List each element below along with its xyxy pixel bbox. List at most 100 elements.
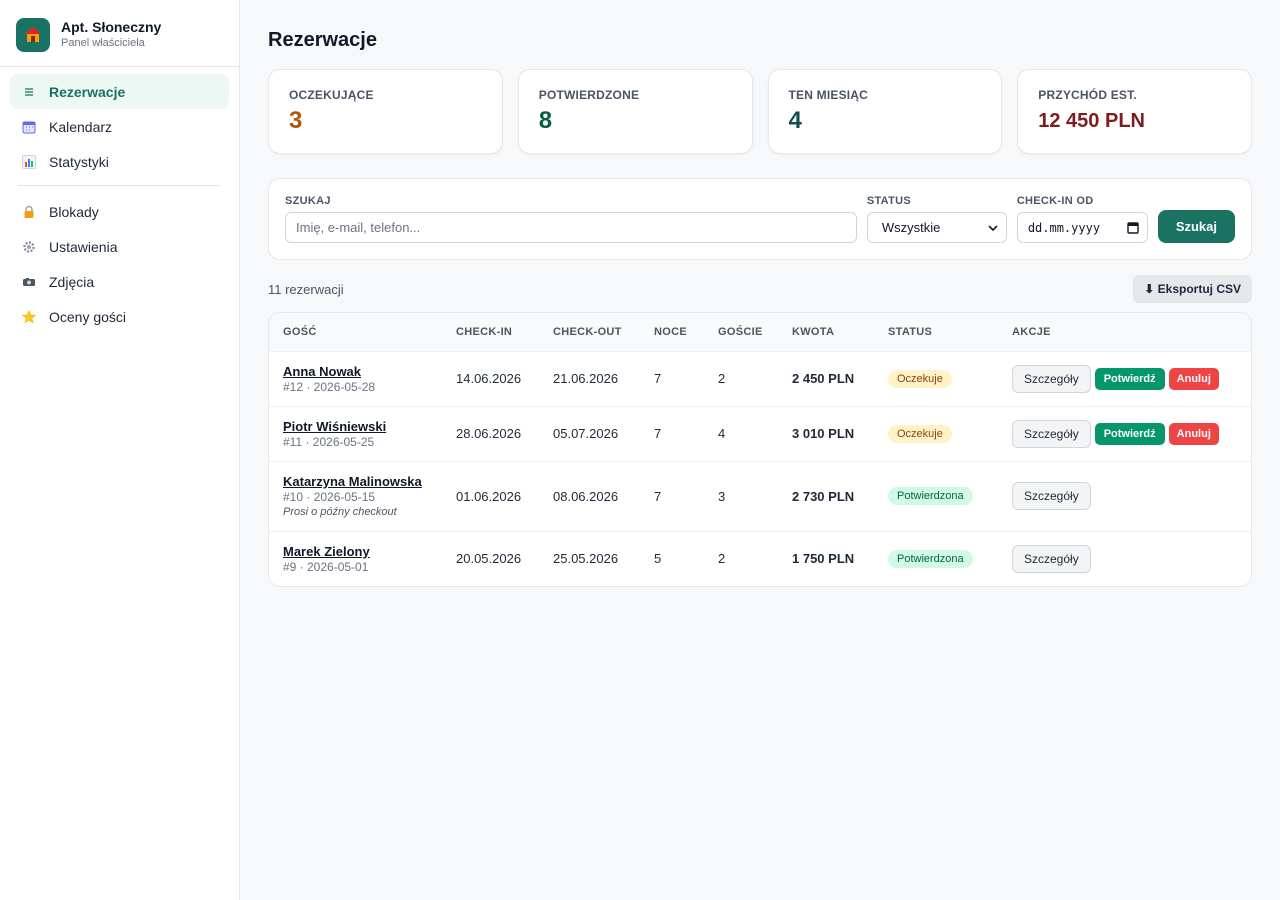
status-badge: Oczekuje <box>888 424 952 443</box>
checkin-date-input[interactable]: dd.mm.yyyy <box>1016 212 1148 243</box>
search-input[interactable] <box>285 212 857 243</box>
search-group: SZUKAJ <box>285 195 857 243</box>
column-header: AKCJE <box>998 313 1251 352</box>
table-row: Piotr Wiśniewski #11 · 2026-05-25 28.06.… <box>269 406 1251 462</box>
bar-chart-icon <box>21 154 37 170</box>
details-button[interactable]: Szczegóły <box>1012 419 1091 448</box>
details-button[interactable]: Szczegóły <box>1012 482 1091 510</box>
table-row: Anna Nowak #12 · 2026-05-28 14.06.2026 2… <box>269 351 1251 407</box>
checkin-cell: 28.06.2026 <box>442 406 539 462</box>
results-count: 11 rezerwacji <box>268 281 344 297</box>
export-csv-button[interactable]: ⬇ Eksportuj CSV <box>1133 275 1252 303</box>
stat-card-revenue: PRZYCHÓD EST. 12 450 PLN <box>1017 69 1252 154</box>
table-header-row: GOŚĆ CHECK-IN CHECK-OUT NOCE GOŚCIE KWOT… <box>269 313 1251 352</box>
stat-label: TEN MIESIĄC <box>788 88 869 102</box>
calendar-picker-icon[interactable] <box>1127 221 1139 234</box>
stat-value: 4 <box>788 107 802 134</box>
column-header: CHECK-OUT <box>539 313 640 352</box>
guest-name-link[interactable]: Anna Nowak <box>283 364 442 379</box>
row-actions: Szczegóły <box>1012 482 1251 510</box>
sidebar-item-label: Ustawienia <box>49 238 118 255</box>
star-icon <box>21 309 37 325</box>
status-group: STATUS Wszystkie <box>866 195 1007 243</box>
checkout-cell: 21.06.2026 <box>539 351 640 407</box>
chevron-down-icon <box>988 224 998 231</box>
amount-cell: 2 450 PLN <box>778 351 874 407</box>
stat-value: 12 450 PLN <box>1038 110 1145 132</box>
sidebar-item-label: Blokady <box>49 203 99 220</box>
status-select[interactable]: Wszystkie <box>866 212 1007 243</box>
camera-icon <box>21 274 37 290</box>
stats-row: OCZEKUJĄCE 3 POTWIERDZONE 8 TEN MIESIĄC … <box>268 69 1252 154</box>
table-row: Marek Zielony #9 · 2026-05-01 20.05.2026… <box>269 531 1251 586</box>
confirm-button[interactable]: Potwierdź <box>1094 367 1165 390</box>
nights-cell: 7 <box>640 351 704 407</box>
stat-card-pending: OCZEKUJĄCE 3 <box>268 69 503 154</box>
lock-icon <box>21 204 37 220</box>
sidebar-item-label: Zdjęcia <box>49 273 95 290</box>
house-icon <box>16 17 50 52</box>
sidebar-item-label: Oceny gości <box>49 308 127 325</box>
reservations-table: GOŚĆ CHECK-IN CHECK-OUT NOCE GOŚCIE KWOT… <box>268 312 1252 587</box>
sidebar-item-kalendarz[interactable]: Kalendarz <box>10 109 229 144</box>
sidebar-item-blokady[interactable]: Blokady <box>10 194 229 229</box>
filter-bar: SZUKAJ STATUS Wszystkie CHECK-IN OD dd.m… <box>268 178 1252 260</box>
guest-name-link[interactable]: Katarzyna Malinowska <box>283 474 442 489</box>
status-select-value: Wszystkie <box>881 220 941 235</box>
guests-cell: 2 <box>718 551 726 567</box>
list-icon <box>21 84 37 100</box>
column-header: CHECK-IN <box>442 313 539 352</box>
amount-cell: 3 010 PLN <box>778 406 874 462</box>
stat-label: PRZYCHÓD EST. <box>1038 88 1137 102</box>
column-header: STATUS <box>874 313 998 352</box>
column-header: NOCE <box>640 313 704 352</box>
cancel-button[interactable]: Anuluj <box>1168 367 1219 390</box>
reservation-meta: #10 · 2026-05-15 <box>283 490 376 504</box>
guest-name-link[interactable]: Piotr Wiśniewski <box>283 419 442 434</box>
details-button[interactable]: Szczegóły <box>1012 364 1091 393</box>
sidebar-item-ustawienia[interactable]: Ustawienia <box>10 229 229 264</box>
search-button[interactable]: Szukaj <box>1157 210 1235 243</box>
details-button[interactable]: Szczegóły <box>1012 544 1091 573</box>
guests-cell: 4 <box>704 406 778 462</box>
sidebar-item-label: Rezerwacje <box>49 83 126 100</box>
stat-label: OCZEKUJĄCE <box>289 88 374 102</box>
column-header: GOŚCIE <box>704 313 778 352</box>
stat-value: 8 <box>538 107 553 134</box>
reservation-meta: #11 · 2026-05-25 <box>283 434 375 449</box>
confirm-button[interactable]: Potwierdź <box>1094 422 1165 445</box>
row-actions: Szczegóły Potwierdź Anuluj <box>1012 419 1251 448</box>
stat-card-confirmed: POTWIERDZONE 8 <box>517 69 753 154</box>
sidebar-divider <box>18 185 221 186</box>
column-header: GOŚĆ <box>269 313 442 352</box>
nights-cell: 7 <box>640 461 704 532</box>
reservation-meta: #9 · 2026-05-01 <box>283 559 369 574</box>
search-label: SZUKAJ <box>285 195 331 207</box>
nights-cell: 5 <box>654 551 662 567</box>
cancel-button[interactable]: Anuluj <box>1168 422 1219 445</box>
reservation-meta: #12 · 2026-05-28 <box>283 379 376 394</box>
sidebar-item-label: Kalendarz <box>49 118 113 135</box>
sidebar-item-oceny-gosci[interactable]: Oceny gości <box>10 299 229 334</box>
guest-note: Prosi o późny checkout <box>283 506 397 518</box>
brand-name: Apt. Słoneczny <box>61 19 162 35</box>
checkout-cell: 25.05.2026 <box>553 551 619 567</box>
nights-cell: 7 <box>640 406 704 462</box>
sidebar-item-label: Statystyki <box>49 153 109 170</box>
guests-cell: 2 <box>704 351 778 407</box>
sidebar-item-zdjecia[interactable]: Zdjęcia <box>10 264 229 299</box>
sidebar: Apt. Słoneczny Panel właściciela Rezerwa… <box>0 0 240 900</box>
sidebar-item-statystyki[interactable]: Statystyki <box>10 144 229 179</box>
calendar-icon <box>21 119 37 135</box>
checkin-cell: 01.06.2026 <box>442 461 539 532</box>
checkin-cell: 14.06.2026 <box>442 351 539 407</box>
stat-value: 3 <box>289 107 303 134</box>
status-label: STATUS <box>866 195 911 207</box>
checkin-cell: 20.05.2026 <box>456 551 522 567</box>
list-header: 11 rezerwacji ⬇ Eksportuj CSV <box>268 275 1252 303</box>
guest-name-link[interactable]: Marek Zielony <box>283 544 442 559</box>
sidebar-item-rezerwacje[interactable]: Rezerwacje <box>10 74 229 109</box>
table-row: Katarzyna Malinowska #10 · 2026-05-15 Pr… <box>269 461 1251 532</box>
row-actions: Szczegóły <box>1012 544 1251 573</box>
status-badge: Potwierdzona <box>888 549 973 568</box>
